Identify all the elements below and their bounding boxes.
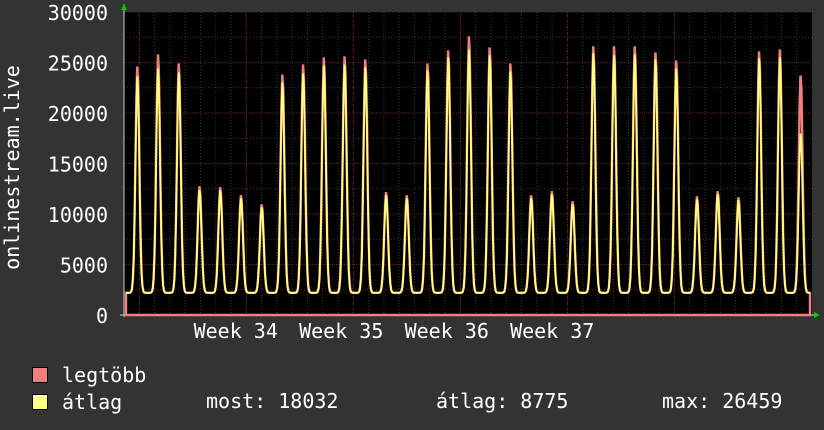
x-tick-label: Week 35 — [299, 319, 383, 343]
y-tick-label: 15000 — [48, 153, 108, 177]
x-tick-label: Week 36 — [405, 319, 489, 343]
chart: 0 5000 10000 15000 20000 25000 30000 Week 34 Wee… — [0, 1, 820, 343]
x-tick-label: Week 37 — [510, 319, 594, 343]
y-tick-label: 30000 — [48, 1, 108, 25]
y-axis-label: onlinestream.live — [0, 65, 24, 270]
y-tick-label: 25000 — [48, 52, 108, 76]
y-axis-arrow — [121, 4, 127, 10]
y-tick-label: 20000 — [48, 102, 108, 126]
y-tick-label: 10000 — [48, 203, 108, 227]
x-axis-arrow — [814, 312, 820, 318]
x-tick-label: Week 34 — [194, 319, 278, 343]
y-tick-label: 0 — [96, 304, 108, 328]
y-tick-label: 5000 — [60, 254, 108, 278]
